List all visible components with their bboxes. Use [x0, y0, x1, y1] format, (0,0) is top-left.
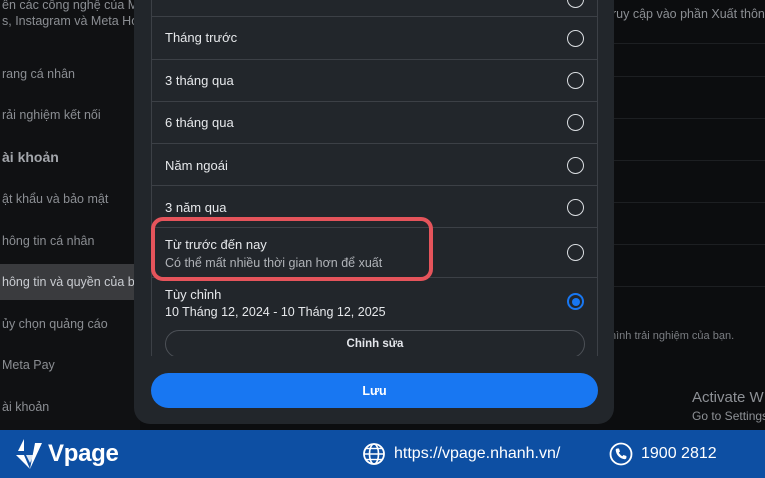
radio-button[interactable] [567, 0, 584, 8]
option-label: 3 tháng qua [165, 73, 234, 88]
divider [612, 76, 765, 77]
phone-icon [609, 442, 633, 466]
option-row-partial[interactable] [151, 0, 598, 16]
annotation-highlight-box [151, 217, 433, 281]
globe-icon [363, 443, 385, 465]
sidebar-heading-account: ài khoản [2, 149, 59, 165]
sidebar-item-personal-info[interactable]: hông tin cá nhân [2, 234, 94, 248]
watermark-subtitle: Go to Settings [692, 409, 765, 423]
divider [612, 118, 765, 119]
option-label: Tháng trước [165, 30, 238, 45]
sidebar-item-meta-pay[interactable]: Meta Pay [2, 358, 55, 372]
website-link[interactable]: https://vpage.nhanh.vn/ [362, 442, 560, 466]
radio-button[interactable] [567, 72, 584, 89]
custom-date-range: 10 Tháng 12, 2024 - 10 Tháng 12, 2025 [165, 305, 386, 319]
radio-button[interactable] [567, 114, 584, 131]
phone-link[interactable]: 1900 2812 [609, 442, 717, 466]
radio-button[interactable] [567, 244, 584, 261]
brand-banner: Vpage https://vpage.nhanh.vn/ 1900 2812 [0, 430, 765, 478]
sidebar-item-connected-experiences[interactable]: rải nghiệm kết nối [2, 108, 101, 122]
save-button[interactable]: Lưu [151, 373, 598, 408]
option-row[interactable]: 3 tháng qua [151, 59, 598, 101]
phone-number: 1900 2812 [641, 445, 717, 462]
divider [612, 202, 765, 203]
sidebar-item-ad-preferences[interactable]: ủy chọn quảng cáo [2, 317, 108, 331]
option-row[interactable]: 6 tháng qua [151, 101, 598, 143]
settings-sidebar: ển các công nghệ của M s, Instagram và M… [0, 0, 140, 430]
option-row-custom[interactable]: Tùy chỉnh 10 Tháng 12, 2024 - 10 Tháng 1… [151, 277, 598, 356]
vpage-logo: Vpage [14, 436, 119, 472]
radio-button-selected[interactable] [567, 293, 584, 310]
option-label: Tùy chỉnh [165, 287, 222, 302]
sidebar-item-profile[interactable]: rang cá nhân [2, 67, 75, 81]
radio-button[interactable] [567, 157, 584, 174]
background-info-text-2: hình trải nghiệm của bạn. [610, 330, 735, 342]
vpage-logo-icon [16, 439, 42, 469]
option-label: 3 năm qua [165, 200, 227, 215]
date-range-options: Tháng trước 3 tháng qua 6 tháng qua Năm … [151, 0, 598, 356]
option-row[interactable]: Tháng trước [151, 16, 598, 59]
option-label: Năm ngoái [165, 158, 228, 173]
edit-button[interactable]: Chỉnh sửa [165, 330, 585, 356]
radio-button[interactable] [567, 30, 584, 47]
sidebar-item-password-security[interactable]: ật khẩu và bảo mật [2, 192, 108, 206]
option-row[interactable]: Năm ngoái [151, 143, 598, 185]
background-info-text: ruy cập vào phần Xuất thôn [612, 7, 765, 21]
divider [612, 286, 765, 287]
website-url: https://vpage.nhanh.vn/ [394, 445, 561, 462]
sidebar-item-your-information[interactable]: hông tin và quyền của b [2, 275, 135, 289]
option-label: 6 tháng qua [165, 115, 234, 130]
divider [612, 43, 765, 44]
divider [612, 244, 765, 245]
sidebar-item-accounts[interactable]: ài khoản [2, 400, 49, 414]
brand-name: Vpage [48, 440, 119, 467]
sidebar-description: ển các công nghệ của M s, Instagram và M… [2, 0, 139, 28]
radio-button[interactable] [567, 199, 584, 216]
divider [612, 160, 765, 161]
watermark-title: Activate W [692, 389, 764, 406]
activate-windows-watermark: Activate W Go to Settings [692, 389, 765, 423]
